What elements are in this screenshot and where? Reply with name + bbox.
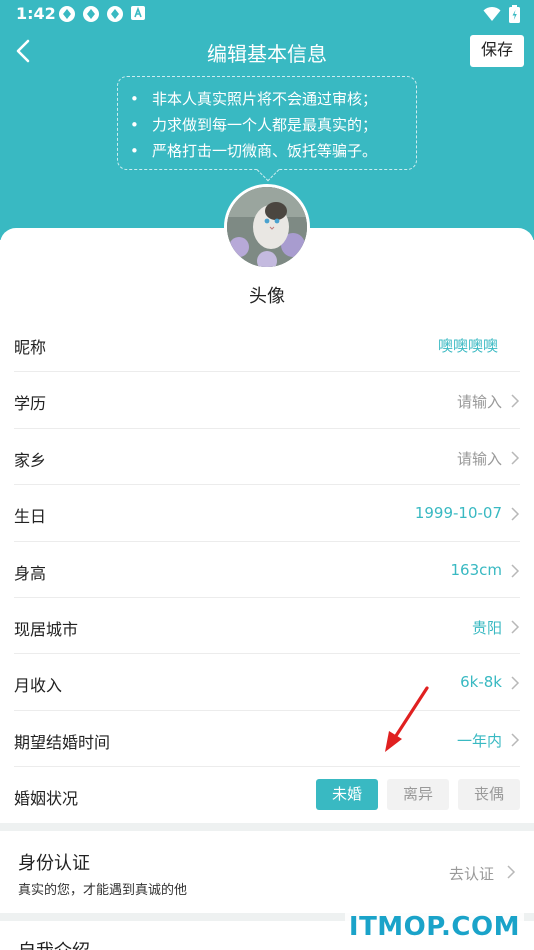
birthday-label: 生日 xyxy=(14,507,47,527)
hometown-value: 请输入 xyxy=(456,449,502,468)
marriage-time-value: 一年内 xyxy=(456,731,502,750)
income-row[interactable]: 月收入 6k-8k xyxy=(14,654,520,711)
education-row[interactable]: 学历 请输入 xyxy=(14,372,520,429)
income-label: 月收入 xyxy=(14,676,63,696)
hometown-row[interactable]: 家乡 请输入 xyxy=(14,429,520,486)
nickname-value[interactable]: 噢噢噢噢 xyxy=(438,335,498,356)
identity-action[interactable]: 去认证 xyxy=(449,863,494,884)
chevron-right-icon xyxy=(511,451,520,465)
page-title: 编辑基本信息 xyxy=(207,42,327,66)
notification-icon xyxy=(82,5,100,23)
height-row[interactable]: 身高 163cm xyxy=(14,542,520,598)
notice-item: • 力求做到每一个人都是最真实的； xyxy=(130,116,378,134)
identity-verification-row[interactable]: 身份认证 真实的您，才能遇到真诚的他 去认证 xyxy=(0,831,534,913)
marital-status-label: 婚姻状况 xyxy=(14,789,79,809)
marital-option-divorced[interactable]: 离异 xyxy=(387,779,449,811)
marital-option-single[interactable]: 未婚 xyxy=(316,779,378,811)
watermark: ITMOP.COM xyxy=(344,912,524,942)
chevron-right-icon xyxy=(507,865,516,879)
income-value: 6k-8k xyxy=(460,673,502,692)
nickname-row[interactable]: 昵称 噢噢噢噢 xyxy=(14,316,520,373)
marital-status-options: 未婚 离异 丧偶 xyxy=(316,779,520,811)
nickname-label: 昵称 xyxy=(14,338,47,357)
birthday-value: 1999-10-07 xyxy=(414,504,502,523)
chevron-right-icon xyxy=(511,394,520,408)
nav-bar: 编辑基本信息 保存 xyxy=(0,28,534,76)
section-divider xyxy=(0,823,534,831)
chevron-right-icon xyxy=(511,733,520,747)
notification-icons xyxy=(58,5,148,23)
identity-subtitle: 真实的您，才能遇到真诚的他 xyxy=(18,883,188,898)
status-right xyxy=(483,5,520,27)
chevron-right-icon xyxy=(511,676,520,690)
hometown-label: 家乡 xyxy=(14,450,47,470)
basic-info-form: 昵称 噢噢噢噢 学历 请输入 家乡 请输入 生日 1999-10-07 身高 1… xyxy=(0,316,534,824)
marital-status-row: 婚姻状况 未婚 离异 丧偶 xyxy=(14,767,520,823)
city-row[interactable]: 现居城市 贵阳 xyxy=(14,598,520,655)
notice-item: • 非本人真实照片将不会通过审核； xyxy=(130,90,378,108)
marriage-time-label: 期望结婚时间 xyxy=(14,732,111,752)
notice-item: • 严格打击一切微商、饭托等骗子。 xyxy=(130,142,378,160)
status-time: 1:42 xyxy=(16,4,56,23)
notification-icon xyxy=(130,5,148,23)
avatar-label: 头像 xyxy=(249,286,285,307)
chevron-right-icon xyxy=(511,620,520,634)
chevron-right-icon xyxy=(511,564,520,578)
education-value: 请输入 xyxy=(456,393,502,412)
avatar-image xyxy=(227,187,307,267)
status-bar: 1:42 xyxy=(0,0,534,28)
battery-icon xyxy=(509,5,520,27)
notification-icon xyxy=(106,5,124,23)
birthday-row[interactable]: 生日 1999-10-07 xyxy=(14,485,520,542)
chevron-right-icon xyxy=(511,507,520,521)
avatar[interactable] xyxy=(224,184,310,270)
education-label: 学历 xyxy=(14,394,47,414)
notification-icon xyxy=(58,5,76,23)
self-intro-title[interactable]: 自我介绍 xyxy=(18,937,90,950)
identity-title: 身份认证 xyxy=(18,853,90,874)
city-value: 贵阳 xyxy=(471,618,502,637)
city-label: 现居城市 xyxy=(14,619,79,639)
marriage-time-row[interactable]: 期望结婚时间 一年内 xyxy=(14,711,520,768)
height-label: 身高 xyxy=(14,563,47,583)
notice-box: • 非本人真实照片将不会通过审核； • 力求做到每一个人都是最真实的； • 严格打击一… xyxy=(117,76,417,182)
save-button[interactable]: 保存 xyxy=(470,35,524,67)
height-value: 163cm xyxy=(450,560,503,579)
wifi-icon xyxy=(483,6,501,26)
marital-option-widowed[interactable]: 丧偶 xyxy=(458,779,520,811)
